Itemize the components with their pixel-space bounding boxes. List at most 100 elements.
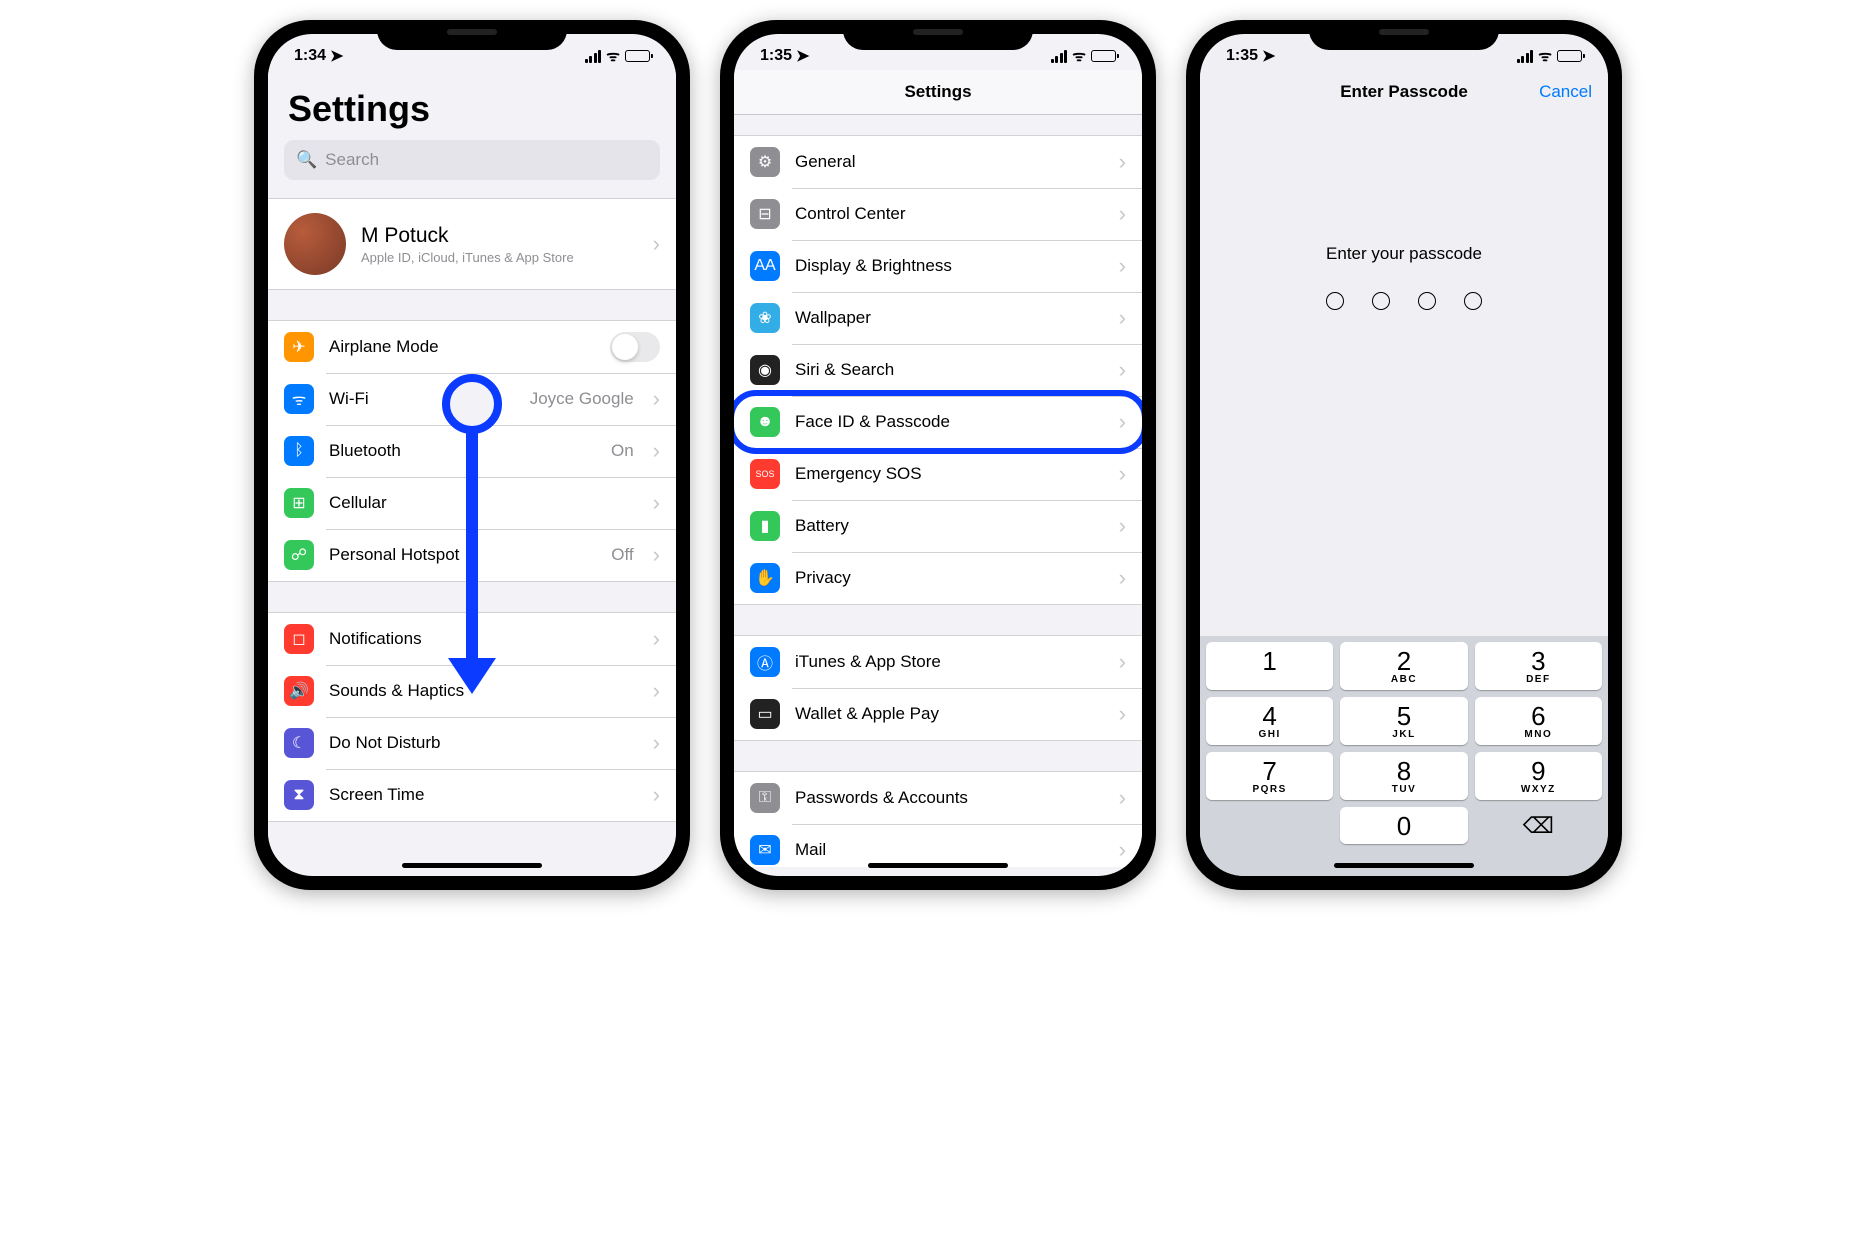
notifications-icon: ◻ xyxy=(284,624,314,654)
nav-bar: Settings xyxy=(734,70,1142,115)
settings-cell-battery[interactable]: ▮Battery› xyxy=(734,500,1142,552)
notch xyxy=(1309,20,1499,50)
notch xyxy=(377,20,567,50)
key-digit: 6 xyxy=(1475,703,1602,729)
keypad-backspace[interactable]: ⌫ xyxy=(1475,807,1602,844)
settings-cell-airplane-mode[interactable]: ✈Airplane Mode xyxy=(268,321,676,373)
chevron-right-icon: › xyxy=(653,678,660,704)
account-name: M Potuck xyxy=(361,224,634,248)
key-letters: TUV xyxy=(1340,784,1467,795)
cell-label: Control Center xyxy=(795,204,1100,224)
passcode-prompt: Enter your passcode xyxy=(1200,244,1608,264)
home-indicator[interactable] xyxy=(1334,863,1474,868)
battery-icon xyxy=(1557,50,1582,62)
numeric-keypad: 1 2ABC3DEF4GHI5JKL6MNO7PQRS8TUV9WXYZ0⌫ xyxy=(1200,636,1608,876)
general-icon: ⚙ xyxy=(750,147,780,177)
bluetooth-icon: ᛒ xyxy=(284,436,314,466)
notch xyxy=(843,20,1033,50)
battery-icon xyxy=(625,50,650,62)
screen-2: 1:35➤ ᯤ Settings ⚙General›⊟Control Cente… xyxy=(734,34,1142,876)
keypad-key-9[interactable]: 9WXYZ xyxy=(1475,752,1602,800)
chevron-right-icon: › xyxy=(653,438,660,464)
screen-1: 1:34➤ ᯤ Settings 🔍 Search M Potuck Apple… xyxy=(268,34,676,876)
key-letters: GHI xyxy=(1206,729,1333,740)
wallpaper-icon: ❀ xyxy=(750,303,780,333)
hotspot-icon: ☍ xyxy=(284,540,314,570)
avatar xyxy=(284,213,346,275)
key-digit: 5 xyxy=(1340,703,1467,729)
key-letters: DEF xyxy=(1475,674,1602,685)
cell-label: Battery xyxy=(795,516,1100,536)
chevron-right-icon: › xyxy=(653,386,660,412)
cell-label: Wallpaper xyxy=(795,308,1100,328)
cell-label: Passwords & Accounts xyxy=(795,788,1100,808)
cell-label: Mail xyxy=(795,840,1100,860)
settings-cell-screen-time[interactable]: ⧗Screen Time› xyxy=(268,769,676,821)
cell-value: Off xyxy=(611,545,633,565)
settings-cell-control-center[interactable]: ⊟Control Center› xyxy=(734,188,1142,240)
keypad-key-1[interactable]: 1 xyxy=(1206,642,1333,690)
settings-cell-general[interactable]: ⚙ General › xyxy=(734,136,1142,188)
cell-label: Display & Brightness xyxy=(795,256,1100,276)
key-letters: JKL xyxy=(1340,729,1467,740)
toggle-switch[interactable] xyxy=(610,332,660,362)
settings-cell-privacy[interactable]: ✋Privacy› xyxy=(734,552,1142,604)
chevron-right-icon: › xyxy=(1119,149,1126,175)
faceid-icon: ☻ xyxy=(750,407,780,437)
home-indicator[interactable] xyxy=(402,863,542,868)
chevron-right-icon: › xyxy=(1119,305,1126,331)
location-icon: ➤ xyxy=(330,46,343,66)
keypad-key-4[interactable]: 4GHI xyxy=(1206,697,1333,745)
screen-3: 1:35➤ ᯤ Enter Passcode Cancel Enter your… xyxy=(1200,34,1608,876)
cancel-button[interactable]: Cancel xyxy=(1539,82,1592,102)
key-digit: 9 xyxy=(1475,758,1602,784)
search-input[interactable]: 🔍 Search xyxy=(284,140,660,180)
settings-cell-wallpaper[interactable]: ❀ Wallpaper › xyxy=(734,292,1142,344)
cell-label: iTunes & App Store xyxy=(795,652,1100,672)
keypad-key-8[interactable]: 8TUV xyxy=(1340,752,1467,800)
cell-label: Screen Time xyxy=(329,785,634,805)
search-placeholder: Search xyxy=(325,150,379,170)
settings-cell-wallet-apple-pay[interactable]: ▭Wallet & Apple Pay› xyxy=(734,688,1142,740)
passcode-dot xyxy=(1326,292,1344,310)
home-indicator[interactable] xyxy=(868,863,1008,868)
settings-cell-mail[interactable]: ✉Mail› xyxy=(734,824,1142,867)
keypad-key-0[interactable]: 0 xyxy=(1340,807,1467,844)
settings-cell-emergency-sos[interactable]: SOSEmergency SOS› xyxy=(734,448,1142,500)
chevron-right-icon: › xyxy=(653,542,660,568)
keypad-key-5[interactable]: 5JKL xyxy=(1340,697,1467,745)
settings-cell-face-id-passcode[interactable]: ☻Face ID & Passcode› xyxy=(734,396,1142,448)
keypad-key-7[interactable]: 7PQRS xyxy=(1206,752,1333,800)
settings-cell-siri-search[interactable]: ◉Siri & Search› xyxy=(734,344,1142,396)
chevron-right-icon: › xyxy=(1119,461,1126,487)
cell-label: Face ID & Passcode xyxy=(795,412,1100,432)
chevron-right-icon: › xyxy=(1119,837,1126,863)
key-digit: 0 xyxy=(1340,813,1467,839)
cell-label: General xyxy=(795,152,1100,172)
passcode-dot xyxy=(1372,292,1390,310)
location-icon: ➤ xyxy=(796,46,809,66)
signal-icon xyxy=(1517,50,1534,63)
settings-cell-itunes-app-store[interactable]: ⒶiTunes & App Store› xyxy=(734,636,1142,688)
settings-cell-passwords-accounts[interactable]: ⚿Passwords & Accounts› xyxy=(734,772,1142,824)
wifi-status-icon: ᯤ xyxy=(1538,46,1552,66)
chevron-right-icon: › xyxy=(653,626,660,652)
signal-icon xyxy=(1051,50,1068,63)
keypad-key-6[interactable]: 6MNO xyxy=(1475,697,1602,745)
settings-cell-do-not-disturb[interactable]: ☾Do Not Disturb› xyxy=(268,717,676,769)
search-icon: 🔍 xyxy=(296,150,317,170)
signal-icon xyxy=(585,50,602,63)
chevron-right-icon: › xyxy=(1119,513,1126,539)
status-time: 1:34 xyxy=(294,47,326,65)
passcode-dot xyxy=(1418,292,1436,310)
cell-label: Airplane Mode xyxy=(329,337,595,357)
key-digit: 2 xyxy=(1340,648,1467,674)
wallet-icon: ▭ xyxy=(750,699,780,729)
chevron-right-icon: › xyxy=(1119,701,1126,727)
settings-cell-display-brightness[interactable]: AADisplay & Brightness› xyxy=(734,240,1142,292)
keypad-key-2[interactable]: 2ABC xyxy=(1340,642,1467,690)
wifi-status-icon: ᯤ xyxy=(606,46,620,66)
wifi-icon: ᯤ xyxy=(284,384,314,414)
apple-id-cell[interactable]: M Potuck Apple ID, iCloud, iTunes & App … xyxy=(268,199,676,289)
keypad-key-3[interactable]: 3DEF xyxy=(1475,642,1602,690)
